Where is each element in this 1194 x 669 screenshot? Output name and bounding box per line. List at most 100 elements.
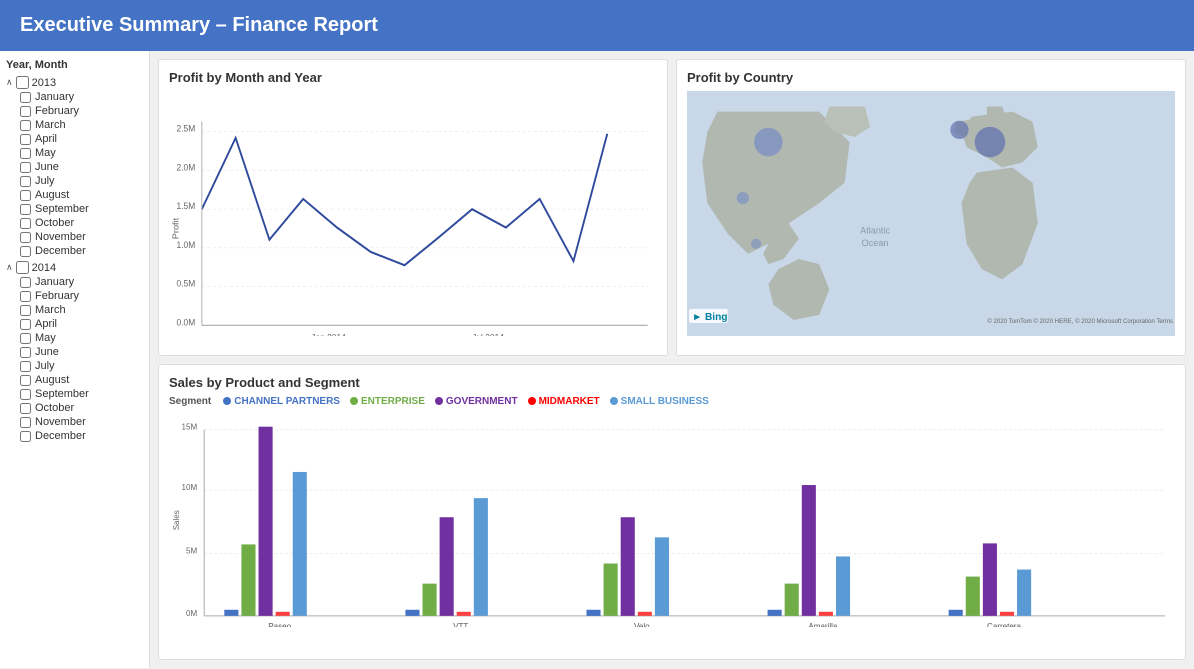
month-label: March [35,119,66,131]
month-checkbox-june[interactable] [20,347,31,358]
segment-label: Segment [169,396,211,407]
month-label: August [35,189,69,201]
month-checkbox-june[interactable] [20,162,31,173]
month-checkbox-january[interactable] [20,92,31,103]
month-checkbox-january[interactable] [20,277,31,288]
month-label: May [35,332,56,344]
month-item-march[interactable]: March [6,118,143,132]
month-checkbox-july[interactable] [20,361,31,372]
month-item-april[interactable]: April [6,317,143,331]
svg-text:2.0M: 2.0M [177,162,196,172]
year-header-2013[interactable]: ∧2013 [6,75,143,90]
svg-text:► Bing: ► Bing [692,312,727,323]
month-checkbox-september[interactable] [20,389,31,400]
legend-label: CHANNEL PARTNERS [234,396,340,407]
header-title: Executive Summary – Finance Report [20,14,378,36]
month-item-october[interactable]: October [6,401,143,415]
legend-item-midmarket: MIDMARKET [528,396,600,407]
profit-month-card: Profit by Month and Year 0.0M 0.5M 1.0M … [158,59,668,356]
month-checkbox-december[interactable] [20,431,31,442]
year-header-2014[interactable]: ∧ 2014 [6,260,143,275]
month-checkbox-may[interactable] [20,148,31,159]
month-checkbox-february[interactable] [20,106,31,117]
year-checkbox-2014[interactable] [16,261,29,274]
month-checkbox-march[interactable] [20,305,31,316]
month-checkbox-april[interactable] [20,319,31,330]
month-checkbox-november[interactable] [20,232,31,243]
month-checkbox-august[interactable] [20,375,31,386]
month-checkbox-april[interactable] [20,134,31,145]
month-item-june[interactable]: June [6,345,143,359]
svg-text:Ocean: Ocean [862,238,889,248]
month-item-october[interactable]: October [6,216,143,230]
sales-product-title: Sales by Product and Segment [169,375,1175,390]
legend-dot [610,397,618,405]
month-item-april[interactable]: April [6,132,143,146]
month-checkbox-october[interactable] [20,218,31,229]
legend-dot [528,397,536,405]
legend-dot [350,397,358,405]
month-item-august[interactable]: August [6,373,143,387]
month-item-september[interactable]: September [6,202,143,216]
svg-text:0.5M: 0.5M [177,278,196,288]
month-checkbox-may[interactable] [20,333,31,344]
month-item-january[interactable]: January [6,275,143,289]
legend-item-small-business: SMALL BUSINESS [610,396,709,407]
year-group-2013: ∧2013JanuaryFebruaryMarchAprilMayJuneJul… [6,75,143,258]
collapse-arrow-icon: ∧ [6,262,13,273]
svg-text:Carretera: Carretera [987,621,1021,627]
segment-legend: Segment CHANNEL PARTNERS ENTERPRISE GOVERN… [169,396,1175,407]
month-item-december[interactable]: December [6,244,143,258]
svg-text:Jul 2014: Jul 2014 [472,332,504,335]
month-label: December [35,245,86,257]
legend-label: MIDMARKET [539,396,600,407]
legend-item-government: GOVERNMENT [435,396,518,407]
legend-label: ENTERPRISE [361,396,425,407]
month-label: December [35,430,86,442]
month-checkbox-october[interactable] [20,403,31,414]
month-item-august[interactable]: August [6,188,143,202]
month-checkbox-july[interactable] [20,176,31,187]
month-label: November [35,416,86,428]
profit-month-title: Profit by Month and Year [169,70,657,85]
svg-text:2.5M: 2.5M [177,123,196,133]
month-label: January [35,91,74,103]
profit-country-title: Profit by Country [687,70,1175,85]
year-label: 2013 [32,77,56,89]
month-checkbox-september[interactable] [20,204,31,215]
month-item-september[interactable]: September [6,387,143,401]
month-item-may[interactable]: May [6,146,143,160]
legend-label: SMALL BUSINESS [621,396,709,407]
month-item-march[interactable]: March [6,303,143,317]
month-checkbox-march[interactable] [20,120,31,131]
bar-chart-visual: 0M 5M 10M 15M Sales [169,413,1175,628]
month-item-november[interactable]: November [6,230,143,244]
month-item-may[interactable]: May [6,331,143,345]
month-item-november[interactable]: November [6,415,143,429]
month-checkbox-february[interactable] [20,291,31,302]
year-group-2014: ∧ 2014JanuaryFebruaryMarchAprilMayJuneJul… [6,260,143,443]
charts-area: Profit by Month and Year 0.0M 0.5M 1.0M … [150,51,1194,668]
year-checkbox-2013[interactable] [16,76,29,89]
svg-text:Atlantic: Atlantic [860,226,890,236]
month-checkbox-december[interactable] [20,246,31,257]
month-item-february[interactable]: February [6,289,143,303]
month-item-february[interactable]: February [6,104,143,118]
month-label: October [35,217,74,229]
month-checkbox-november[interactable] [20,417,31,428]
svg-text:Jan 2014: Jan 2014 [311,332,346,335]
month-item-june[interactable]: June [6,160,143,174]
month-item-july[interactable]: July [6,359,143,373]
year-label: 2014 [32,262,56,274]
legend-item-channel-partners: CHANNEL PARTNERS [223,396,340,407]
svg-text:5M: 5M [186,546,197,555]
profit-line-chart: 0.0M 0.5M 1.0M 1.5M 2.0M 2.5M Profit [169,91,657,336]
month-label: March [35,304,66,316]
svg-text:Profit: Profit [171,217,181,239]
month-item-january[interactable]: January [6,90,143,104]
month-checkbox-august[interactable] [20,190,31,201]
month-label: October [35,402,74,414]
month-item-december[interactable]: December [6,429,143,443]
month-label: August [35,374,69,386]
month-item-july[interactable]: July [6,174,143,188]
